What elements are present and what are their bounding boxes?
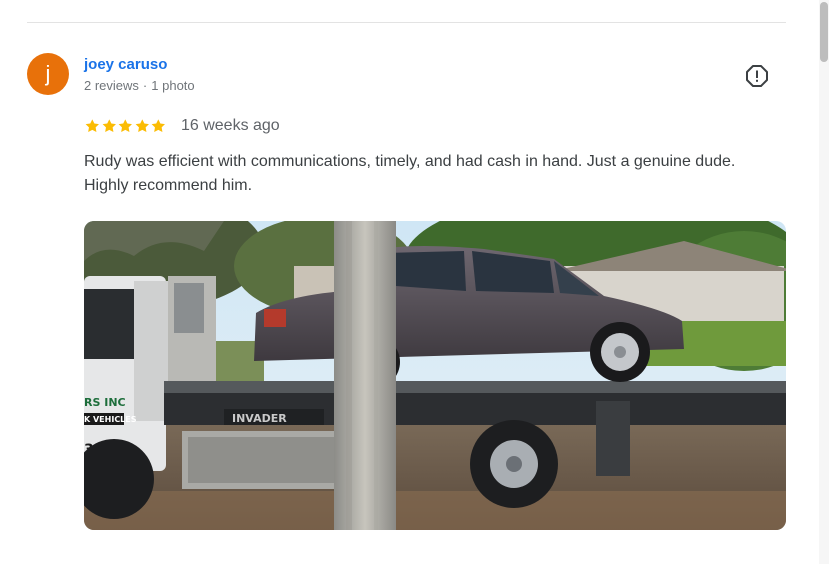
star-icon — [85, 119, 99, 133]
review-photo-image: RS INC K VEHICLES 331 INVADER — [84, 221, 786, 530]
review-photo[interactable]: RS INC K VEHICLES 331 INVADER — [84, 221, 786, 530]
flag-alert-icon — [746, 65, 768, 87]
author-name-link[interactable]: joey caruso — [84, 56, 167, 73]
rating-row: 16 weeks ago — [84, 115, 280, 137]
scrollbar[interactable] — [819, 0, 829, 564]
review-page: j joey caruso 2 reviews · 1 photo 16 weeks… — [0, 0, 829, 564]
report-review-button[interactable] — [745, 64, 769, 88]
star-icon — [135, 119, 149, 133]
truck-brand-text: INVADER — [232, 412, 287, 425]
star-icon — [102, 119, 116, 133]
truck-decal-2: K VEHICLES — [84, 415, 137, 424]
star-icon — [118, 119, 133, 133]
photos-count: 1 photo — [151, 78, 195, 93]
avatar-initial: j — [45, 61, 51, 86]
star-icon — [152, 119, 166, 133]
review-time: 16 weeks ago — [180, 117, 280, 134]
divider — [27, 22, 786, 23]
scrollbar-thumb[interactable] — [820, 2, 828, 62]
reviews-count: 2 reviews — [84, 78, 139, 93]
author-meta: 2 reviews · 1 photo — [84, 78, 195, 93]
avatar[interactable]: j — [27, 53, 69, 95]
review-text: Rudy was efficient with communications, … — [84, 153, 736, 194]
star-rating — [84, 118, 167, 134]
meta-separator: · — [142, 78, 148, 93]
truck-decal-1: RS INC — [84, 396, 126, 409]
